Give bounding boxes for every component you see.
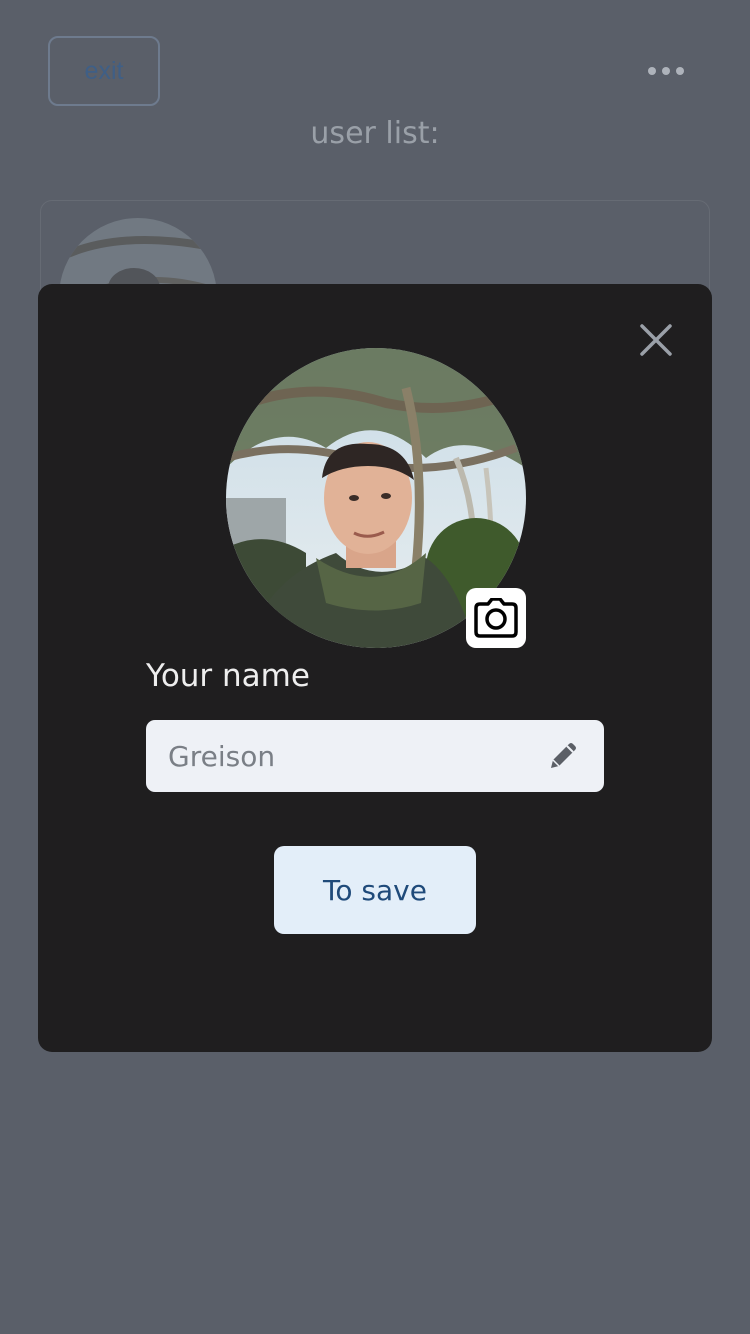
profile-photo — [226, 348, 526, 648]
edit-profile-modal: Your name To save — [38, 284, 712, 1052]
more-options-icon[interactable] — [648, 64, 684, 78]
name-label: Your name — [146, 658, 310, 694]
name-field[interactable] — [146, 720, 604, 792]
exit-button[interactable]: exit — [48, 36, 160, 106]
camera-icon — [474, 598, 518, 638]
name-input[interactable] — [168, 720, 528, 792]
save-button[interactable]: To save — [274, 846, 476, 934]
change-photo-button[interactable] — [466, 588, 526, 648]
close-icon[interactable] — [638, 322, 674, 358]
user-list-title: user list: — [310, 116, 440, 151]
pencil-icon[interactable] — [546, 739, 580, 773]
